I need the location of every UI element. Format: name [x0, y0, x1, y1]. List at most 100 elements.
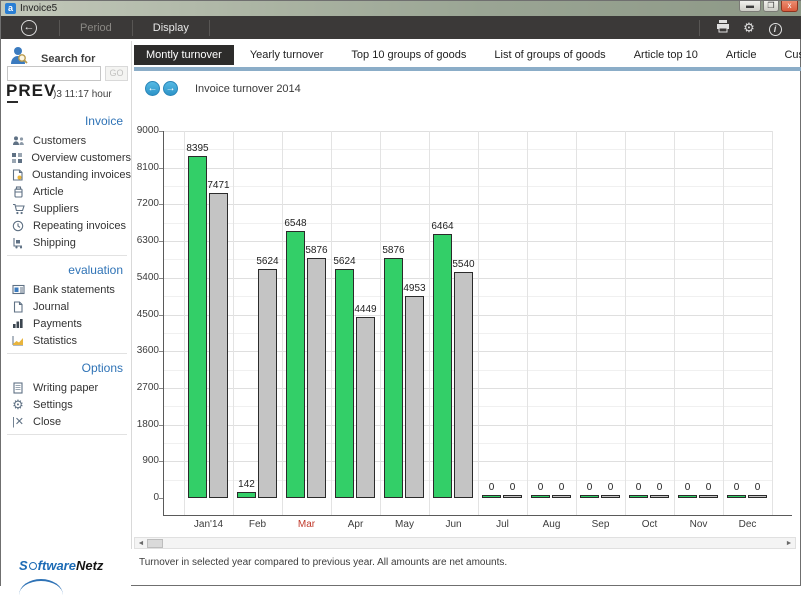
minimize-button[interactable]: ▬: [739, 1, 761, 12]
info-icon[interactable]: i: [762, 20, 788, 36]
y-axis-label: 900: [135, 455, 159, 466]
next-period-button[interactable]: →: [163, 81, 178, 96]
bar-value-label: 7471: [199, 180, 239, 191]
y-axis-label: 2700: [135, 382, 159, 393]
bar-previous-jan14[interactable]: [209, 193, 228, 498]
scroll-left-icon[interactable]: ◄: [136, 539, 146, 548]
settings-gear-icon[interactable]: ⚙: [736, 20, 762, 36]
chart-title: Invoice turnover 2014: [195, 83, 301, 95]
gridline-vertical: [576, 131, 577, 515]
x-axis-label-jul: Jul: [478, 519, 527, 530]
sidebar-item-close[interactable]: |✕Close: [1, 413, 131, 430]
gridline-minor: [163, 223, 772, 224]
y-axis-label: 1800: [135, 419, 159, 430]
bar-previous-dec[interactable]: [748, 495, 767, 498]
bar-previous-may[interactable]: [405, 296, 424, 498]
shipping-icon: [11, 237, 25, 249]
bar-previous-nov[interactable]: [699, 495, 718, 498]
bar-current-mar[interactable]: [286, 231, 305, 498]
sidebar-item-label: Settings: [33, 399, 73, 411]
x-axis-label-sep: Sep: [576, 519, 625, 530]
bar-previous-jul[interactable]: [503, 495, 522, 498]
x-axis-label-aug: Aug: [527, 519, 576, 530]
bar-previous-mar[interactable]: [307, 258, 326, 498]
tab-yearly-turnover[interactable]: Yearly turnover: [238, 45, 336, 65]
app-icon: a: [5, 3, 16, 14]
sidebar-item-statistics[interactable]: Statistics: [1, 332, 131, 349]
bar-previous-jun[interactable]: [454, 272, 473, 498]
sidebar-item-repeating-invoices[interactable]: Repeating invoices: [1, 217, 131, 234]
y-axis-label: 6300: [135, 235, 159, 246]
tab-customers[interactable]: Customers: [772, 45, 801, 65]
sidebar-item-customers[interactable]: Customers: [1, 132, 131, 149]
sidebar-item-settings[interactable]: ⚙Settings: [1, 396, 131, 413]
bar-current-oct[interactable]: [629, 495, 648, 498]
bar-previous-oct[interactable]: [650, 495, 669, 498]
tab-article-top-10[interactable]: Article top 10: [622, 45, 710, 65]
bar-current-jun[interactable]: [433, 234, 452, 498]
sidebar-item-shipping[interactable]: Shipping: [1, 234, 131, 251]
bar-current-may[interactable]: [384, 258, 403, 498]
bar-current-sep[interactable]: [580, 495, 599, 498]
print-icon[interactable]: [710, 20, 736, 36]
y-axis-label: 7200: [135, 198, 159, 209]
back-button[interactable]: ←: [21, 20, 37, 36]
y-axis-label: 9000: [135, 125, 159, 136]
sidebar-item-journal[interactable]: Journal: [1, 298, 131, 315]
bar-current-jan14[interactable]: [188, 156, 207, 498]
tab-montly-turnover[interactable]: Montly turnover: [134, 45, 234, 65]
sidebar-item-writing-paper[interactable]: Writing paper: [1, 379, 131, 396]
scrollbar-thumb[interactable]: [147, 539, 163, 548]
sidebar-item-label: Overview customers: [31, 152, 131, 164]
bar-current-aug[interactable]: [531, 495, 550, 498]
close-button[interactable]: x: [781, 1, 798, 12]
sidebar-item-label: Statistics: [33, 335, 77, 347]
sidebar-item-overview-customers[interactable]: Overview customers: [1, 149, 131, 166]
bar-current-dec[interactable]: [727, 495, 746, 498]
bar-current-feb[interactable]: [237, 492, 256, 498]
bar-value-label: 5624: [325, 256, 365, 267]
tab-top-10-groups-of-goods[interactable]: Top 10 groups of goods: [339, 45, 478, 65]
gridline-vertical: [674, 131, 675, 515]
bar-value-label: 4449: [346, 304, 386, 315]
sidebar-item-suppliers[interactable]: Suppliers: [1, 200, 131, 217]
y-axis-label: 0: [135, 492, 159, 503]
sidebar-item-bank-statements[interactable]: Bank statements: [1, 281, 131, 298]
y-axis-label: 4500: [135, 309, 159, 320]
gridline-vertical: [380, 131, 381, 515]
maximize-button[interactable]: ❐: [763, 1, 779, 12]
scroll-right-icon[interactable]: ►: [784, 539, 794, 548]
go-button[interactable]: GO: [105, 66, 128, 81]
sidebar-item-label: Article: [33, 186, 64, 198]
sidebar-datetime: )3 11:17 hour: [53, 89, 112, 100]
gridline-vertical: [625, 131, 626, 515]
bar-current-jul[interactable]: [482, 495, 501, 498]
tab-article[interactable]: Article: [714, 45, 769, 65]
tab-list-of-groups-of-goods[interactable]: List of groups of goods: [482, 45, 617, 65]
bank-icon: [11, 284, 25, 296]
close-icon: |✕: [11, 416, 25, 428]
sidebar-item-payments[interactable]: Payments: [1, 315, 131, 332]
bar-value-label: 6548: [276, 218, 316, 229]
search-input[interactable]: [7, 66, 101, 81]
bar-previous-aug[interactable]: [552, 495, 571, 498]
bar-value-label: 0: [738, 482, 778, 493]
sidebar-item-oustanding-invoices[interactable]: Oustanding invoices: [1, 166, 131, 183]
x-axis-label-oct: Oct: [625, 519, 674, 530]
gridline-vertical: [184, 131, 185, 515]
gridline-vertical: [282, 131, 283, 515]
bar-previous-sep[interactable]: [601, 495, 620, 498]
softwarenetz-logo: SftwareNetz: [19, 558, 103, 573]
bar-previous-feb[interactable]: [258, 269, 277, 498]
sidebar-item-label: Repeating invoices: [33, 220, 126, 232]
bar-previous-apr[interactable]: [356, 317, 375, 498]
horizontal-scrollbar[interactable]: ◄ ►: [134, 537, 796, 549]
bar-current-nov[interactable]: [678, 495, 697, 498]
display-button[interactable]: Display: [143, 22, 199, 34]
gridline-major: [163, 131, 772, 132]
sidebar-item-article[interactable]: Article: [1, 183, 131, 200]
paper-icon: [11, 382, 25, 394]
prev-period-button[interactable]: ←: [145, 81, 160, 96]
prev-underline: [7, 101, 18, 103]
toolbar-separator: [699, 20, 700, 36]
